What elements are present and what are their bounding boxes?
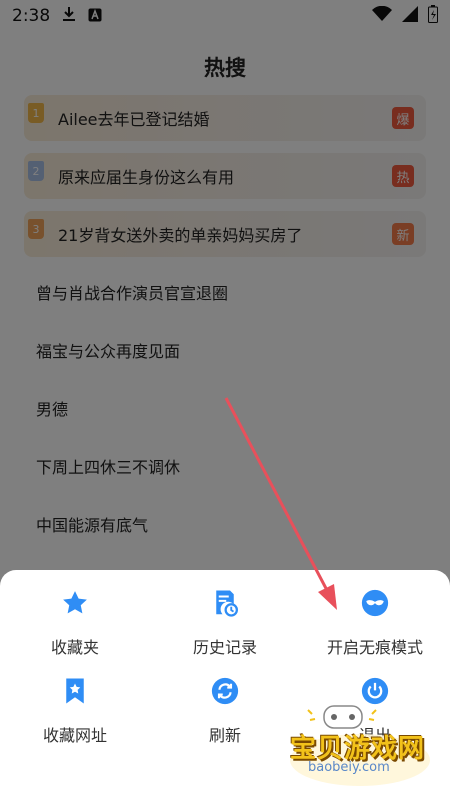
watermark-logo: 宝贝游戏网 baobeiy.com xyxy=(278,698,438,788)
watermark-url: baobeiy.com xyxy=(308,760,390,775)
annotation-arrow xyxy=(224,397,337,610)
